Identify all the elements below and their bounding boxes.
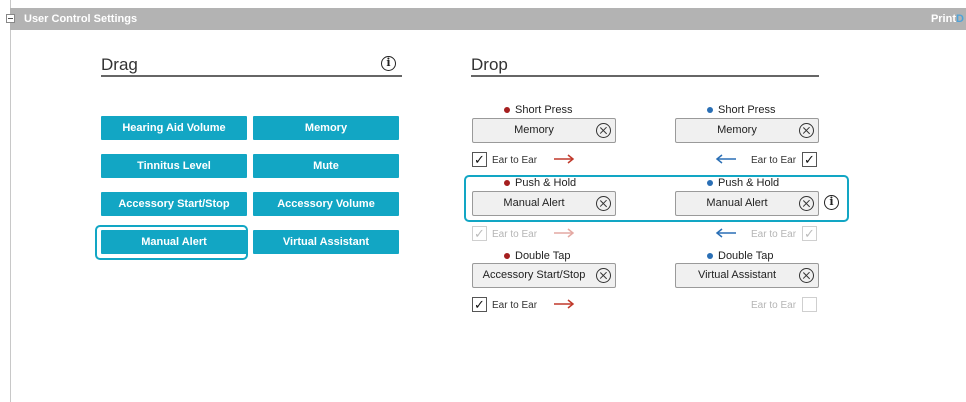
arrow-left-icon — [715, 154, 736, 164]
right-push-hold-label: Push & Hold — [718, 177, 780, 189]
right-double-tap-label: Double Tap — [718, 250, 774, 262]
left-short-press-slot[interactable]: Memory — [472, 118, 616, 143]
arrow-right-icon — [554, 154, 575, 164]
right-ear-dot-icon — [707, 180, 713, 186]
left-double-tap-slot[interactable]: Accessory Start/Stop — [472, 263, 616, 288]
left-double-tap-value: Accessory Start/Stop — [482, 269, 586, 281]
ear-to-ear-label: Ear to Ear — [492, 155, 538, 166]
left-slot-label: Double Tap — [504, 250, 570, 262]
drop-divider — [471, 75, 819, 77]
right-double-tap-slot[interactable]: Virtual Assistant — [675, 263, 819, 288]
collapse-icon[interactable] — [6, 14, 15, 23]
drag-button-hearing-aid-volume[interactable]: Hearing Aid Volume — [101, 116, 247, 140]
drag-button-mute[interactable]: Mute — [253, 154, 399, 178]
left-ear-dot-icon — [504, 180, 510, 186]
left-double-tap-label: Double Tap — [515, 250, 571, 262]
right-push-hold-slot[interactable]: Manual Alert — [675, 191, 819, 216]
drag-button-tinnitus-level[interactable]: Tinnitus Level — [101, 154, 247, 178]
arrow-right-icon — [554, 228, 575, 238]
left-short-press-label: Short Press — [515, 104, 573, 116]
clear-icon[interactable] — [596, 268, 611, 283]
left-ear-dot-icon — [504, 107, 510, 113]
panel-header: User Control Settings Print D — [6, 8, 966, 30]
drag-button-accessory-start-stop[interactable]: Accessory Start/Stop — [101, 192, 247, 216]
right-slot-label: Short Press — [707, 104, 775, 116]
clear-icon[interactable] — [799, 268, 814, 283]
right-short-press-value: Memory — [717, 124, 757, 136]
clear-icon[interactable] — [799, 196, 814, 211]
left-slot-label: Short Press — [504, 104, 572, 116]
right-ear-dot-icon — [707, 253, 713, 259]
right-short-press-ear-to-ear-checkbox[interactable]: ✓ — [802, 152, 817, 167]
print-icon[interactable]: D — [956, 13, 964, 25]
drag-divider — [101, 75, 402, 77]
right-ear-dot-icon — [707, 107, 713, 113]
push-hold-info-icon[interactable]: i — [824, 195, 839, 210]
clear-icon[interactable] — [596, 123, 611, 138]
left-short-press-ear-to-ear-checkbox[interactable]: ✓ — [472, 152, 487, 167]
left-double-tap-ear-to-ear-checkbox[interactable]: ✓ — [472, 297, 487, 312]
ear-to-ear-label: Ear to Ear — [492, 300, 538, 311]
left-push-hold-label: Push & Hold — [515, 177, 577, 189]
right-short-press-slot[interactable]: Memory — [675, 118, 819, 143]
right-slot-label: Push & Hold — [707, 177, 779, 189]
right-slot-label: Double Tap — [707, 250, 773, 262]
left-push-hold-ear-to-ear-checkbox: ✓ — [472, 226, 487, 241]
right-push-hold-ear-to-ear-checkbox: ✓ — [802, 226, 817, 241]
drag-button-virtual-assistant[interactable]: Virtual Assistant — [253, 230, 399, 254]
left-push-hold-slot[interactable]: Manual Alert — [472, 191, 616, 216]
left-ear-dot-icon — [504, 253, 510, 259]
drag-button-accessory-volume[interactable]: Accessory Volume — [253, 192, 399, 216]
ear-to-ear-label: Ear to Ear — [751, 300, 797, 311]
drag-button-memory[interactable]: Memory — [253, 116, 399, 140]
panel-title: User Control Settings — [24, 13, 138, 25]
clear-icon[interactable] — [596, 196, 611, 211]
drop-title: Drop — [471, 55, 508, 74]
arrow-left-icon — [715, 228, 736, 238]
left-slot-label: Push & Hold — [504, 177, 576, 189]
ear-to-ear-label: Ear to Ear — [751, 229, 797, 240]
right-double-tap-value: Virtual Assistant — [697, 269, 777, 281]
right-short-press-label: Short Press — [718, 104, 776, 116]
ear-to-ear-label: Ear to Ear — [751, 155, 797, 166]
drag-title: Drag — [101, 55, 138, 74]
right-push-hold-value: Manual Alert — [706, 197, 768, 209]
drag-button-manual-alert[interactable]: Manual Alert — [101, 230, 247, 254]
right-double-tap-ear-to-ear-checkbox — [802, 297, 817, 312]
clear-icon[interactable] — [799, 123, 814, 138]
drag-info-icon[interactable]: i — [381, 56, 396, 71]
arrow-right-icon — [554, 299, 575, 309]
print-link[interactable]: Print — [931, 13, 956, 25]
ear-to-ear-label: Ear to Ear — [492, 229, 538, 240]
left-push-hold-value: Manual Alert — [503, 197, 565, 209]
left-short-press-value: Memory — [514, 124, 554, 136]
